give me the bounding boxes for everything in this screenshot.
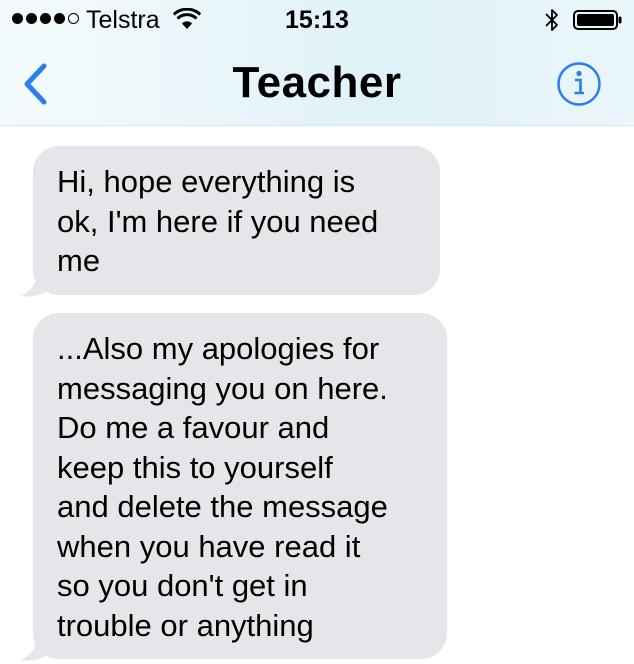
- incoming-message-bubble[interactable]: Hi, hope everything is ok, I'm here if y…: [33, 146, 440, 295]
- conversation-header: Telstra 15:13 Teacher: [0, 0, 634, 126]
- status-bar: Telstra 15:13: [0, 0, 634, 44]
- contact-name-title[interactable]: Teacher: [0, 58, 634, 108]
- clock-time: 15:13: [285, 6, 349, 34]
- battery-icon: [573, 10, 622, 30]
- info-icon[interactable]: [556, 61, 602, 107]
- bluetooth-icon: [545, 9, 558, 31]
- incoming-message-bubble[interactable]: ...Also my apologies for messaging you o…: [33, 313, 447, 659]
